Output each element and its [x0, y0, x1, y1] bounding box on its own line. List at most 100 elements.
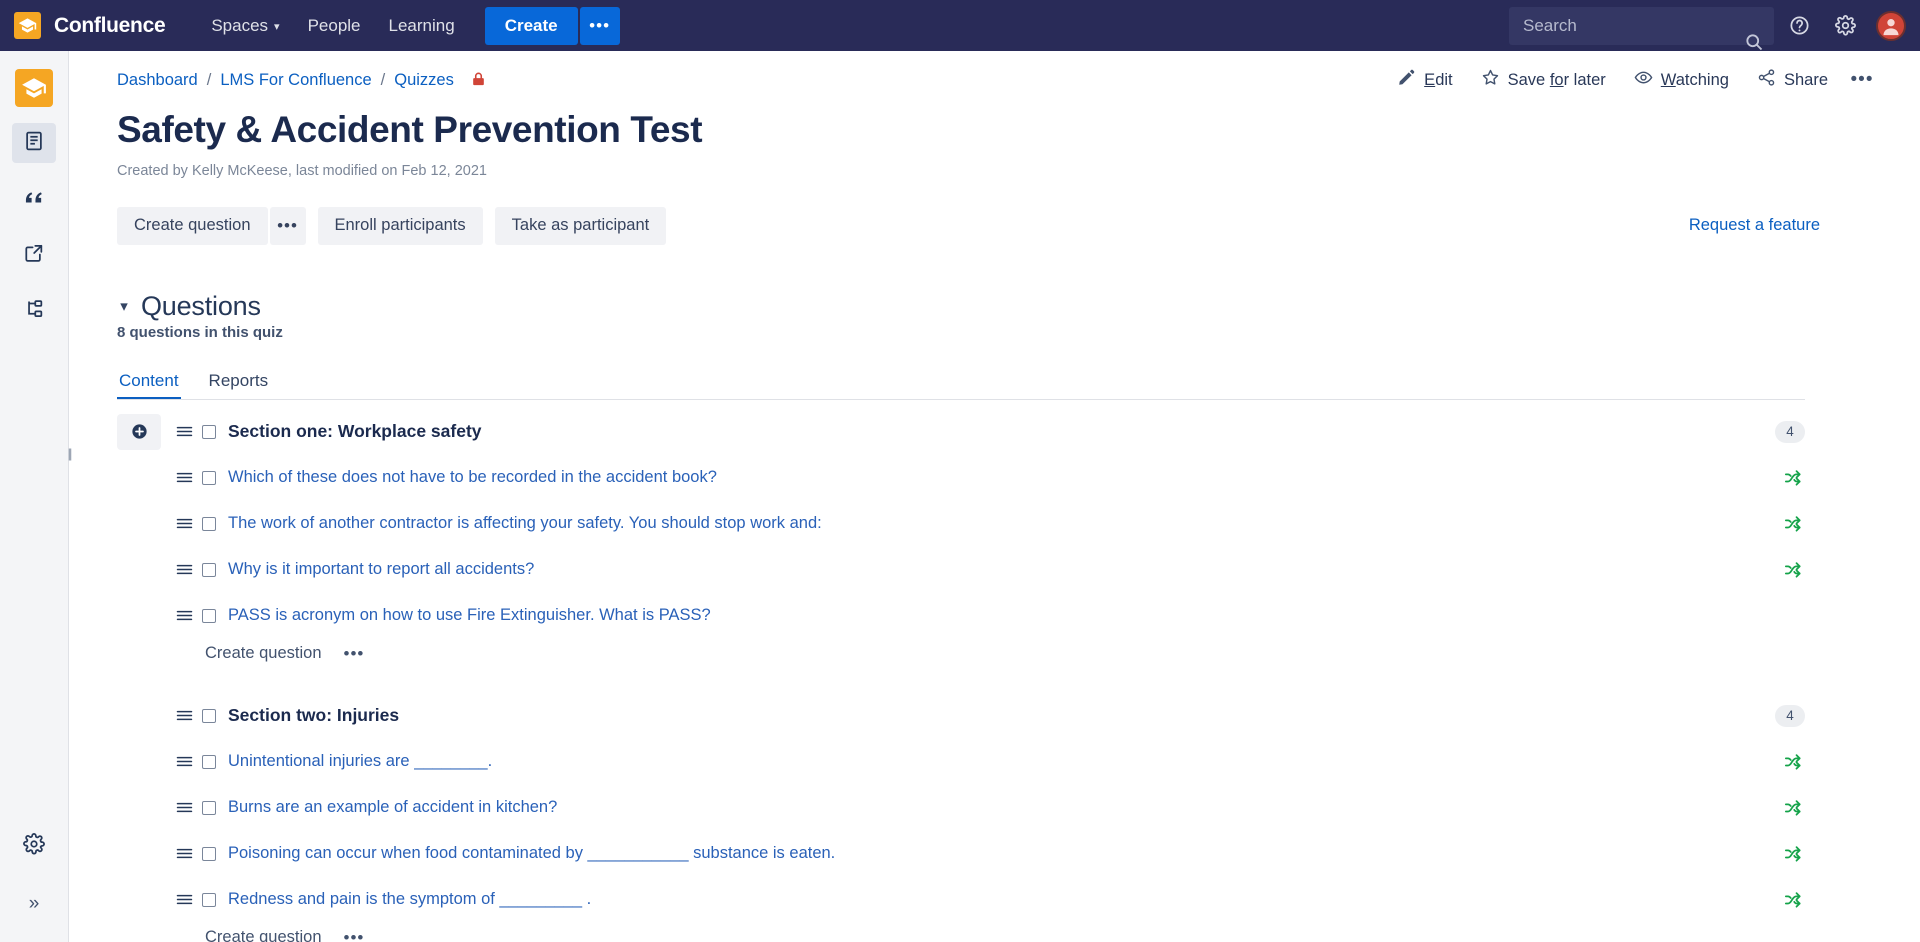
drag-handle-icon[interactable] — [173, 893, 195, 906]
question-link[interactable]: Burns are an example of accident in kitc… — [228, 798, 557, 817]
create-button[interactable]: Create — [484, 6, 578, 45]
graduation-cap-icon — [13, 12, 41, 39]
shuffle-icon[interactable] — [1783, 468, 1803, 488]
page-actions-more-button[interactable]: ••• — [1844, 64, 1880, 96]
sidebar-item-blog[interactable] — [12, 179, 56, 219]
nav-item-spaces[interactable]: Spaces ▾ — [197, 0, 293, 51]
search-icon — [1744, 32, 1764, 52]
sidebar-item-shortcut[interactable] — [12, 235, 56, 275]
nav-right-group: Search — [1509, 0, 1920, 51]
sidebar-item-page-tree[interactable] — [12, 291, 56, 331]
quote-icon — [23, 186, 45, 213]
create-question-more-icon[interactable]: ••• — [344, 928, 365, 942]
create-question-more-button[interactable]: ••• — [269, 206, 306, 245]
create-more-button[interactable]: ••• — [579, 6, 620, 45]
questions-heading: Questions — [141, 290, 261, 321]
avatar[interactable] — [1876, 10, 1906, 41]
settings-gear-icon[interactable] — [1824, 5, 1866, 47]
question-checkbox[interactable] — [202, 800, 216, 815]
lock-icon[interactable] — [470, 71, 487, 90]
question-checkbox[interactable] — [202, 516, 216, 531]
question-row: Redness and pain is the symptom of _____… — [117, 882, 1805, 918]
breadcrumb-item-lms-for-confluence[interactable]: LMS For Confluence — [220, 71, 371, 90]
question-checkbox[interactable] — [202, 754, 216, 769]
watching-button[interactable]: Watching — [1622, 62, 1741, 98]
question-checkbox[interactable] — [202, 470, 216, 485]
question-link[interactable]: The work of another contractor is affect… — [228, 514, 822, 533]
drag-handle-icon[interactable] — [173, 425, 195, 438]
breadcrumb-item-quizzes[interactable]: Quizzes — [394, 71, 454, 90]
shuffle-icon[interactable] — [1783, 890, 1803, 910]
space-logo-graduation-cap-icon[interactable] — [15, 69, 53, 107]
breadcrumb-item-dashboard[interactable]: Dashboard — [117, 71, 198, 90]
shuffle-icon[interactable] — [1783, 798, 1803, 818]
enroll-participants-button[interactable]: Enroll participants — [317, 206, 483, 245]
shuffle-icon[interactable] — [1783, 560, 1803, 580]
chevron-down-icon: ▾ — [274, 21, 280, 33]
breadcrumb-separator: / — [380, 70, 386, 89]
chevron-down-icon[interactable]: ▾ — [117, 297, 131, 315]
shuffle-icon[interactable] — [1783, 844, 1803, 864]
question-link[interactable]: Which of these does not have to be recor… — [228, 468, 717, 487]
question-row: Unintentional injuries are ________. — [117, 744, 1805, 780]
questions-tabs: Content Reports — [117, 367, 1880, 399]
drag-handle-icon[interactable] — [173, 847, 195, 860]
create-question-more-icon[interactable]: ••• — [344, 644, 365, 664]
create-question-group: Create question ••• — [117, 206, 306, 245]
drag-handle-icon[interactable] — [173, 755, 195, 768]
shuffle-icon[interactable] — [1783, 514, 1803, 534]
nav-item-people[interactable]: People — [294, 0, 375, 51]
request-a-feature-link[interactable]: Request a feature — [1689, 216, 1880, 235]
question-list: Section one: Workplace safety 4 Which of… — [117, 413, 1805, 942]
drag-handle-icon[interactable] — [173, 471, 195, 484]
tab-content[interactable]: Content — [117, 367, 181, 399]
section-row: Section one: Workplace safety 4 — [117, 413, 1805, 450]
search-placeholder: Search — [1523, 15, 1577, 35]
create-question-link[interactable]: Create question — [205, 644, 322, 663]
sidebar-resize-handle[interactable]: || — [64, 440, 74, 466]
drag-handle-icon[interactable] — [173, 801, 195, 814]
section-checkbox[interactable] — [202, 424, 216, 439]
confluence-logo-button[interactable] — [0, 0, 54, 51]
nav-item-spaces-label: Spaces — [211, 15, 269, 35]
sidebar-item-pages[interactable] — [12, 123, 56, 163]
question-link[interactable]: Why is it important to report all accide… — [228, 560, 534, 579]
question-checkbox[interactable] — [202, 562, 216, 577]
drag-handle-icon[interactable] — [173, 517, 195, 530]
left-sidebar: » — [0, 51, 69, 942]
save-for-later-label: Save for later — [1507, 70, 1606, 89]
tab-reports[interactable]: Reports — [207, 367, 271, 399]
drag-handle-icon[interactable] — [173, 563, 195, 576]
question-link[interactable]: Redness and pain is the symptom of _____… — [228, 890, 591, 909]
breadcrumb: Dashboard / LMS For Confluence / Quizzes — [117, 71, 487, 90]
question-link[interactable]: PASS is acronym on how to use Fire Extin… — [228, 606, 711, 625]
nav-item-learning[interactable]: Learning — [375, 0, 469, 51]
question-row: Which of these does not have to be recor… — [117, 460, 1805, 496]
questions-subheading: 8 questions in this quiz — [117, 323, 283, 341]
save-for-later-button[interactable]: Save for later — [1469, 62, 1618, 98]
question-checkbox[interactable] — [202, 608, 216, 623]
take-as-participant-button[interactable]: Take as participant — [494, 206, 667, 245]
drag-handle-icon[interactable] — [173, 709, 195, 722]
question-checkbox[interactable] — [202, 892, 216, 907]
help-icon[interactable] — [1778, 5, 1820, 47]
top-navigation-bar: Confluence Spaces ▾ People Learning Crea… — [0, 0, 1920, 51]
drag-handle-icon[interactable] — [173, 609, 195, 622]
section-one-create-question-row: Create question ••• — [117, 644, 1805, 664]
shuffle-icon[interactable] — [1783, 752, 1803, 772]
edit-button[interactable]: Edit — [1385, 62, 1464, 98]
question-link[interactable]: Unintentional injuries are ________. — [228, 752, 492, 771]
add-section-button[interactable] — [117, 413, 161, 450]
expand-sidebar-icon: » — [28, 893, 40, 914]
sidebar-expand-button[interactable]: » — [12, 884, 56, 924]
section-title: Section two: Injuries — [228, 705, 400, 726]
sidebar-item-space-settings[interactable] — [12, 826, 56, 866]
create-question-button[interactable]: Create question — [117, 206, 268, 245]
create-question-link[interactable]: Create question — [205, 928, 322, 942]
question-link[interactable]: Poisoning can occur when food contaminat… — [228, 844, 835, 863]
search-input[interactable]: Search — [1509, 6, 1774, 50]
share-icon — [1757, 68, 1776, 92]
share-button[interactable]: Share — [1745, 62, 1840, 98]
section-checkbox[interactable] — [202, 708, 216, 723]
question-checkbox[interactable] — [202, 846, 216, 861]
